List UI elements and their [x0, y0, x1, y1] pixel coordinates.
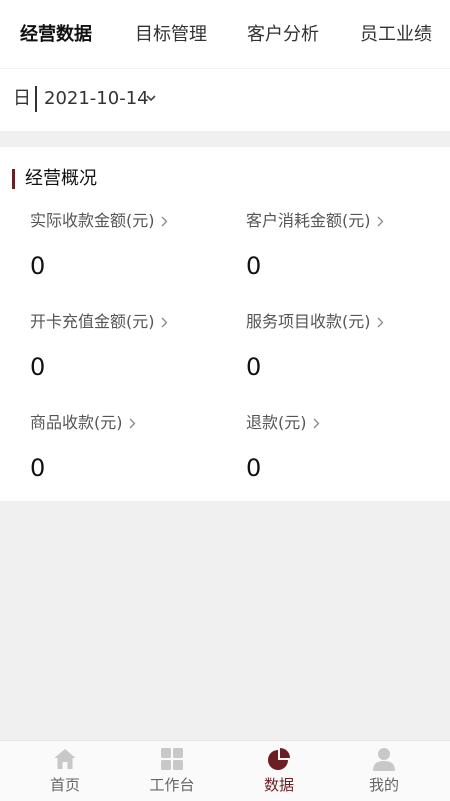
- section-accent-bar: [12, 169, 15, 189]
- metric-value: 0: [246, 454, 262, 482]
- date-divider: [35, 86, 37, 112]
- tab-target-management[interactable]: 目标管理: [135, 22, 207, 48]
- chevron-right-icon: [377, 216, 383, 226]
- tab-customer-analysis[interactable]: 客户分析: [247, 22, 319, 48]
- metric-label: 实际收款金额(元): [30, 211, 155, 230]
- metric-refunds[interactable]: 退款(元) 0: [246, 412, 320, 483]
- date-unit-selector[interactable]: 日: [13, 87, 31, 111]
- metric-value: 0: [30, 454, 46, 482]
- metric-label: 商品收款(元): [30, 413, 123, 432]
- metric-customer-consumption[interactable]: 客户消耗金额(元) 0: [246, 210, 384, 281]
- chevron-right-icon: [161, 317, 167, 327]
- nav-me[interactable]: 我的: [328, 741, 440, 801]
- nav-label: 我的: [368, 776, 399, 794]
- metric-product-receipts[interactable]: 商品收款(元) 0: [30, 412, 136, 483]
- nav-label: 数据: [263, 776, 294, 794]
- nav-label: 工作台: [149, 776, 195, 794]
- metric-label: 开卡充值金额(元): [30, 312, 155, 331]
- metric-service-receipts[interactable]: 服务项目收款(元) 0: [246, 311, 384, 382]
- metric-label: 退款(元): [246, 413, 307, 432]
- pie-chart-icon: [268, 748, 290, 770]
- nav-home[interactable]: 首页: [9, 741, 121, 801]
- user-icon: [373, 748, 395, 771]
- metric-card-recharge[interactable]: 开卡充值金额(元) 0: [30, 311, 168, 382]
- metric-value: 0: [246, 252, 262, 280]
- top-tab-bar: 经营数据 目标管理 客户分析 员工业绩: [0, 0, 450, 69]
- tab-business-data[interactable]: 经营数据: [20, 22, 92, 48]
- nav-data[interactable]: 数据: [223, 741, 335, 801]
- chevron-right-icon: [377, 317, 383, 327]
- chevron-down-icon[interactable]: [146, 94, 156, 102]
- metric-label: 服务项目收款(元): [246, 312, 371, 331]
- chevron-right-icon: [313, 418, 319, 428]
- section-title: 经营概况: [25, 168, 97, 189]
- business-overview-card: 经营概况 实际收款金额(元) 0 客户消耗金额(元) 0 开卡充值金额(元) 0…: [0, 147, 450, 501]
- home-icon: [54, 749, 76, 769]
- chevron-right-icon: [161, 216, 167, 226]
- metric-value: 0: [30, 353, 46, 381]
- metric-value: 0: [30, 252, 46, 280]
- metric-label: 客户消耗金额(元): [246, 211, 371, 230]
- tab-employee-performance[interactable]: 员工业绩: [360, 22, 432, 48]
- metric-actual-receipts[interactable]: 实际收款金额(元) 0: [30, 210, 168, 281]
- nav-label: 首页: [49, 776, 80, 794]
- date-picker[interactable]: 2021-10-14: [44, 87, 149, 111]
- nav-workbench[interactable]: 工作台: [116, 741, 228, 801]
- chevron-right-icon: [129, 418, 135, 428]
- date-filter-bar: 日 2021-10-14: [0, 69, 450, 131]
- bottom-nav: 首页 工作台 数据 我的: [0, 740, 450, 801]
- grid-icon: [161, 748, 183, 770]
- metric-value: 0: [246, 353, 262, 381]
